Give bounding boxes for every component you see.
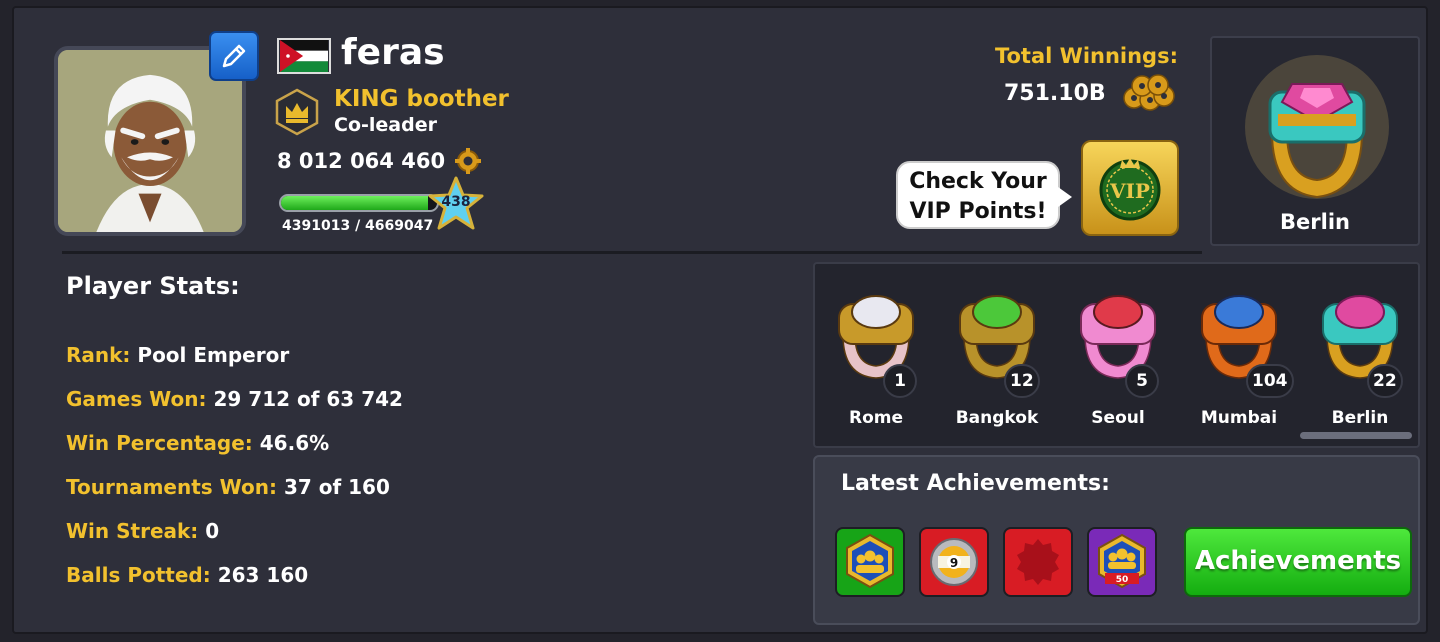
gold-coin-icon: [455, 148, 482, 174]
red-seal-achievement-icon[interactable]: [1003, 527, 1073, 597]
current-league-box[interactable]: Berlin: [1210, 36, 1420, 246]
jordan-flag-icon: [277, 38, 331, 74]
stat-value: 263 160: [217, 563, 309, 587]
achievements-button[interactable]: Achievements: [1184, 527, 1412, 597]
xp-text: 4391013 / 4669047: [282, 218, 434, 234]
ring-item-seoul[interactable]: 5 Seoul: [1063, 280, 1173, 428]
ring-name: Rome: [848, 408, 903, 428]
total-winnings-label: Total Winnings:: [994, 44, 1178, 68]
vip-button[interactable]: VIP: [1081, 140, 1179, 236]
ring-count: 104: [1246, 364, 1294, 398]
stat-win-streak: Win Streak: 0: [66, 519, 219, 543]
club-crown-icon[interactable]: [275, 88, 319, 136]
xp-progress-bar: [279, 194, 439, 212]
ring-item-bangkok[interactable]: 12 Bangkok: [942, 280, 1052, 428]
stat-value: 37 of 160: [283, 475, 390, 499]
ring-item-berlin[interactable]: 22 Berlin: [1305, 280, 1415, 428]
total-winnings-value: 751.10B: [1004, 80, 1106, 106]
stat-value: Pool Emperor: [137, 343, 290, 367]
stat-value: 0: [205, 519, 220, 543]
stat-label: Rank:: [66, 343, 131, 367]
stat-tournaments-won: Tournaments Won: 37 of 160: [66, 475, 390, 499]
total-winnings-row: 751.10B: [1004, 74, 1176, 112]
berlin-league-ring-icon: [1245, 55, 1389, 199]
latest-achievements-title: Latest Achievements:: [841, 471, 1110, 496]
ring-name: Bangkok: [955, 408, 1039, 428]
stat-label: Balls Potted:: [66, 563, 211, 587]
stat-value: 46.6%: [259, 431, 330, 455]
ring-count: 12: [1004, 364, 1040, 398]
ring-name: Berlin: [1331, 408, 1389, 428]
club-role: Co-leader: [334, 114, 437, 136]
player-stats-title: Player Stats:: [66, 272, 240, 300]
ring-name: Seoul: [1091, 408, 1145, 428]
stat-label: Win Percentage:: [66, 431, 253, 455]
achievement-50-text: 50: [1116, 575, 1129, 585]
league-name: Berlin: [1280, 210, 1350, 234]
coins-value: 8 012 064 460: [277, 149, 446, 173]
pencil-icon: [222, 44, 246, 68]
stat-label: Tournaments Won:: [66, 475, 277, 499]
header-divider: [62, 251, 1202, 254]
player-name: feras: [341, 32, 445, 73]
stat-label: Win Streak:: [66, 519, 199, 543]
rings-collection-panel[interactable]: 1 Rome 12 Bangkok 5 Seoul 104 Mumbai 22 …: [813, 262, 1420, 448]
stat-rank: Rank: Pool Emperor: [66, 343, 289, 367]
rings-scrollbar[interactable]: [1300, 432, 1412, 439]
level-number: 438: [441, 194, 471, 210]
profile-card: feras KING boother Co-leader 8 012 064 4…: [12, 6, 1428, 634]
ring-count: 22: [1367, 364, 1403, 398]
ring-count: 5: [1125, 364, 1159, 398]
stat-label: Games Won:: [66, 387, 207, 411]
coin-pile-icon: [1122, 74, 1175, 111]
latest-achievements-panel: Latest Achievements: 9 50 Achievements: [813, 455, 1420, 625]
ring-count: 1: [883, 364, 917, 398]
stat-value: 29 712 of 63 742: [213, 387, 403, 411]
club-50-achievement-icon[interactable]: 50: [1087, 527, 1157, 597]
ring-item-mumbai[interactable]: 104 Mumbai: [1184, 280, 1294, 428]
club-achievement-icon[interactable]: [835, 527, 905, 597]
nine-ball-achievement-icon[interactable]: 9: [919, 527, 989, 597]
xp-progress-fill: [281, 196, 428, 210]
vip-badge-icon: VIP: [1099, 158, 1161, 221]
vip-badge-text: VIP: [1109, 179, 1150, 203]
nine-ball-number: 9: [950, 556, 958, 570]
ring-name: Mumbai: [1200, 408, 1278, 428]
ring-item-rome[interactable]: 1 Rome: [821, 280, 931, 428]
stat-win-percentage: Win Percentage: 46.6%: [66, 431, 329, 455]
stat-balls-potted: Balls Potted: 263 160: [66, 563, 308, 587]
vip-points-bubble[interactable]: Check Your VIP Points!: [896, 161, 1072, 229]
edit-profile-button[interactable]: [209, 31, 259, 81]
stat-games-won: Games Won: 29 712 of 63 742: [66, 387, 403, 411]
club-name[interactable]: KING boother: [334, 86, 509, 112]
coins-row: 8 012 064 460: [277, 148, 482, 174]
